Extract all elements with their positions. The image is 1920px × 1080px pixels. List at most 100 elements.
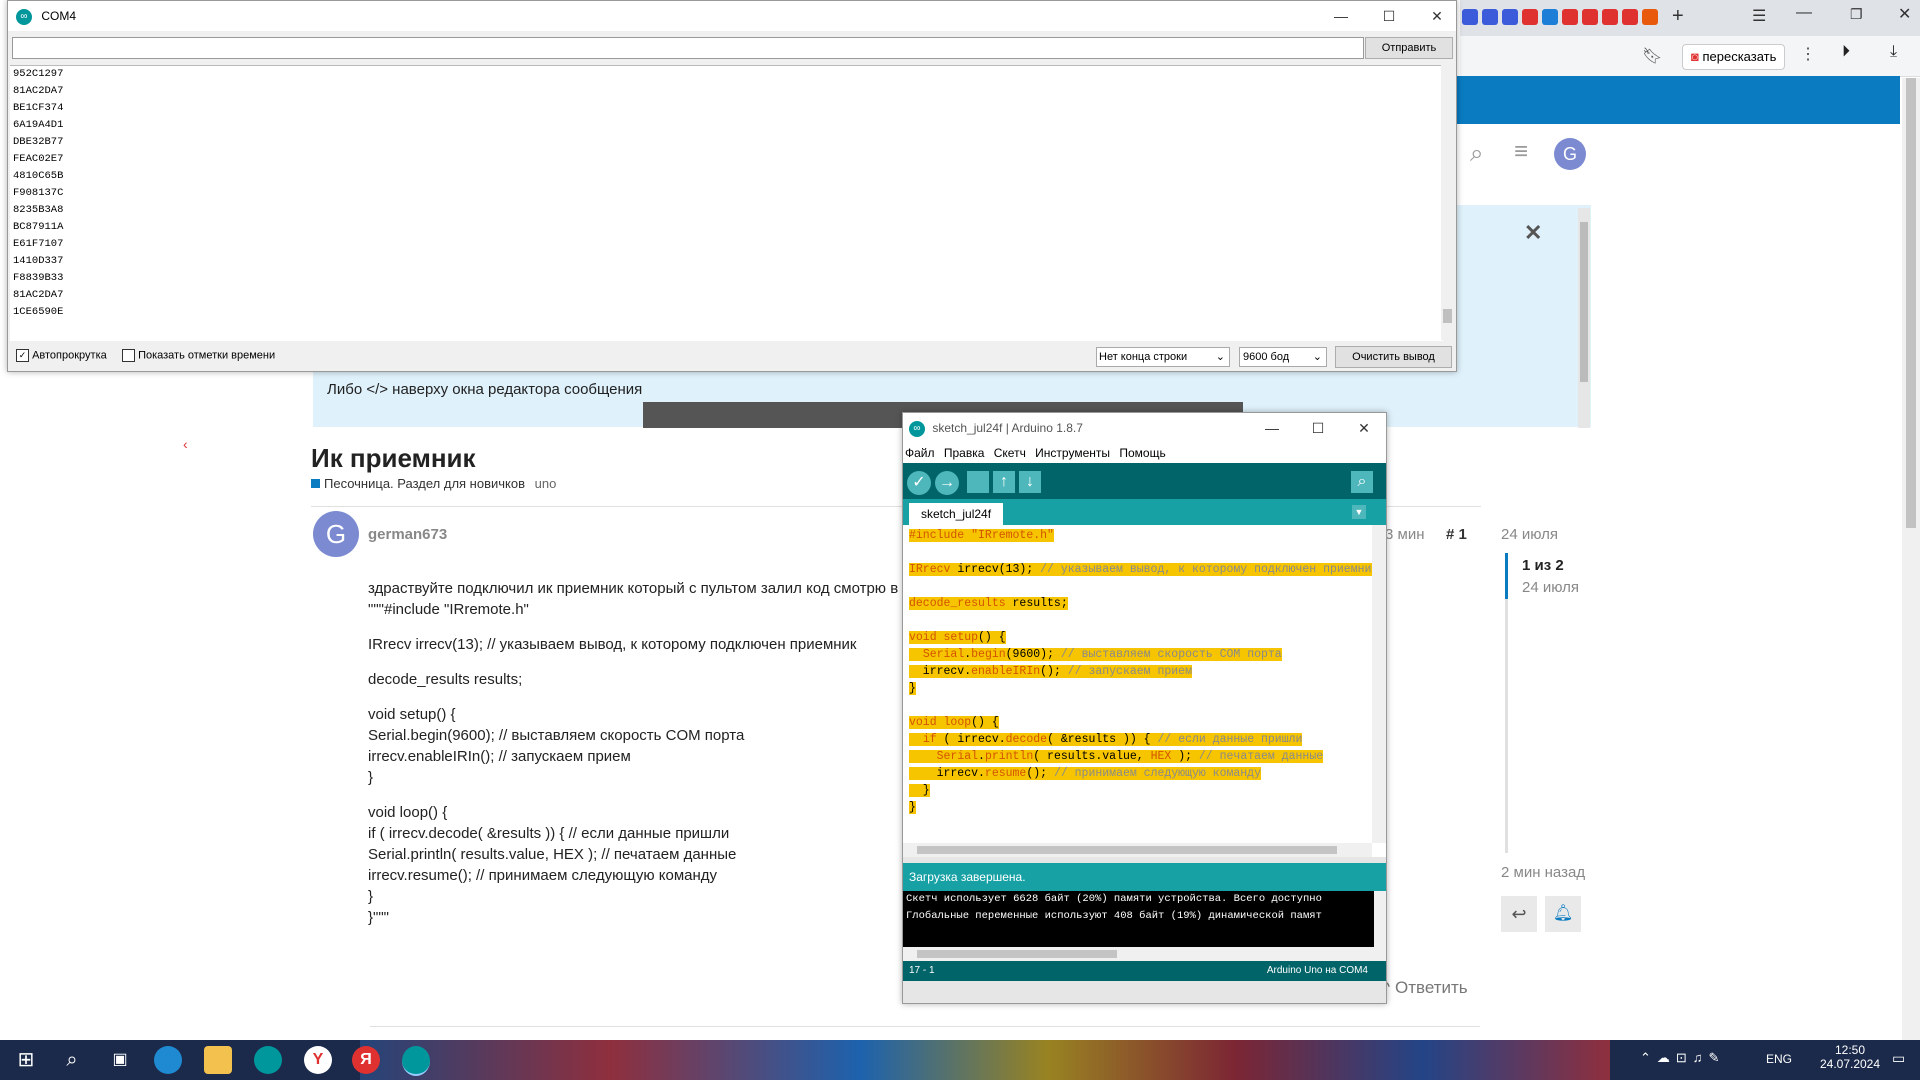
search-icon[interactable]: ⌕ [58, 1046, 86, 1074]
hint-scrollbar[interactable] [1578, 208, 1590, 428]
clock[interactable]: 12:50 24.07.2024 [1818, 1043, 1882, 1071]
language-indicator[interactable]: ENG [1766, 1052, 1792, 1066]
arduino-ide-window: ∞ sketch_jul24f | Arduino 1.8.7 — ☐ ✕ Фа… [902, 412, 1387, 1004]
edge-icon[interactable] [154, 1046, 182, 1074]
timeline-start-date[interactable]: 24 июля [1501, 526, 1558, 543]
topic-category[interactable]: Песочница. Раздел для новичков uno [311, 476, 556, 491]
maximize-icon[interactable]: ☐ [1295, 413, 1341, 443]
serial-monitor-icon[interactable]: ⌕ [1351, 471, 1373, 493]
tab-favicon-icon[interactable] [1482, 9, 1498, 25]
menu-icon[interactable]: ☰ [1752, 6, 1766, 26]
user-avatar[interactable]: G [1554, 138, 1586, 170]
ide-toolbar: ✓ → ↑ ↓ ⌕ [903, 463, 1386, 499]
menu-tools[interactable]: Инструменты [1035, 446, 1110, 460]
save-icon[interactable]: ↓ [1019, 471, 1041, 493]
post-number[interactable]: # 1 [1446, 526, 1467, 543]
bookmark-icon[interactable]: 🔖︎ [1642, 46, 1662, 66]
minimize-icon[interactable]: — [1249, 413, 1295, 443]
tab-favicon-icon[interactable] [1622, 9, 1638, 25]
tab-favicon-icon[interactable] [1522, 9, 1538, 25]
more-icon[interactable]: ⋮ [1800, 44, 1816, 64]
ide-titlebar[interactable]: ∞ sketch_jul24f | Arduino 1.8.7 — ☐ ✕ [903, 413, 1386, 443]
timeline-track[interactable] [1505, 553, 1508, 853]
back-button[interactable]: ↩ [1501, 896, 1537, 932]
upload-icon[interactable]: → [935, 471, 959, 495]
tab-favicon-icon[interactable] [1642, 9, 1658, 25]
topic-tag[interactable]: uno [535, 476, 557, 491]
open-icon[interactable]: ↑ [993, 471, 1015, 493]
close-hint-icon[interactable]: ✕ [1524, 220, 1542, 246]
ide-menubar: Файл Правка Скетч Инструменты Помощь [903, 443, 1386, 463]
windows-start-icon[interactable]: ⊞ [12, 1046, 40, 1074]
menu-help[interactable]: Помощь [1119, 446, 1165, 460]
code-editor[interactable]: #include "IRremote.h" IRrecv irrecv(13);… [903, 525, 1386, 857]
new-file-icon[interactable] [967, 471, 989, 493]
output-line: DBE32B77 [13, 136, 64, 148]
timeline-end[interactable]: 2 мин назад [1501, 864, 1585, 881]
notify-button[interactable]: 🔔︎ [1545, 896, 1581, 932]
tab-menu-icon[interactable]: ▼ [1352, 505, 1366, 519]
serial-input[interactable] [12, 37, 1364, 59]
output-line: 81AC2DA7 [13, 289, 64, 301]
yandex-browser-icon[interactable]: Y [304, 1046, 332, 1074]
menu-sketch[interactable]: Скетч [994, 446, 1026, 460]
restore-icon[interactable]: ❐ [1850, 6, 1863, 23]
console-vscroll[interactable] [1374, 891, 1386, 947]
close-icon[interactable]: ✕ [1414, 1, 1460, 31]
serial-monitor-titlebar[interactable]: ∞ COM4 — ☐ ✕ [8, 1, 1456, 31]
tray-icons[interactable]: ⌃☁⊡♫✎ [1640, 1050, 1725, 1066]
author-avatar[interactable]: G [313, 511, 359, 557]
verify-icon[interactable]: ✓ [907, 471, 931, 495]
taskbar: ⊞ ⌕ ▣ Y Я ⌃☁⊡♫✎ ENG 12:50 24.07.2024 ▭ [0, 1040, 1920, 1080]
reply-button[interactable]: ↶ Ответить [1376, 978, 1468, 998]
browser-scrollbar[interactable] [1902, 78, 1920, 1040]
ide-title: sketch_jul24f | Arduino 1.8.7 [932, 421, 1083, 435]
tab-favicon-icon[interactable] [1602, 9, 1618, 25]
output-line: 4810C65B [13, 170, 64, 182]
back-icon: ↩ [1511, 904, 1527, 924]
file-explorer-icon[interactable] [204, 1046, 232, 1074]
minimize-icon[interactable]: — [1318, 1, 1364, 31]
clear-output-button[interactable]: Очистить вывод [1335, 346, 1452, 368]
send-button[interactable]: Отправить [1365, 37, 1453, 59]
console-hscroll[interactable] [903, 947, 1386, 961]
author-name[interactable]: german673 [368, 526, 447, 543]
media-icon[interactable]: ⏵ [1842, 43, 1850, 61]
task-view-icon[interactable]: ▣ [106, 1046, 134, 1074]
tab-favicon-icon[interactable] [1562, 9, 1578, 25]
line-ending-select[interactable]: Нет конца строки ⌄ [1096, 347, 1230, 367]
tab-favicon-icon[interactable] [1542, 9, 1558, 25]
baud-select[interactable]: 9600 бод ⌄ [1239, 347, 1327, 367]
close-icon[interactable]: ✕ [1341, 413, 1387, 443]
tab-favicon-icon[interactable] [1502, 9, 1518, 25]
output-scrollbar[interactable] [1441, 65, 1454, 340]
editor-hscroll[interactable] [903, 843, 1372, 857]
close-icon[interactable]: ✕ [1898, 4, 1911, 24]
console-output: Скетч использует 6628 байт (20%) памяти … [903, 891, 1386, 947]
chevron-down-icon: ⌄ [1215, 351, 1225, 363]
output-line: 81AC2DA7 [13, 85, 64, 97]
new-tab-icon[interactable]: + [1672, 5, 1684, 28]
arduino-icon: ∞ [16, 8, 32, 25]
hamburger-icon[interactable]: ≡ [1514, 138, 1528, 166]
tab-sketch[interactable]: sketch_jul24f [909, 503, 1004, 525]
menu-edit[interactable]: Правка [944, 446, 985, 460]
minimize-icon[interactable]: — [1796, 4, 1812, 22]
notifications-icon[interactable]: ▭ [1892, 1050, 1905, 1067]
chevron-left-icon[interactable]: ‹ [183, 436, 188, 452]
browser-tab-strip: + ☰ — ❐ ✕ [1460, 0, 1920, 36]
maximize-icon[interactable]: ☐ [1366, 1, 1412, 31]
timestamps-checkbox[interactable]: Показать отметки времени [122, 349, 275, 362]
tab-favicon-icon[interactable] [1582, 9, 1598, 25]
menu-file[interactable]: Файл [905, 446, 935, 460]
editor-vscroll[interactable] [1372, 525, 1386, 843]
tab-favicon-icon[interactable] [1462, 9, 1478, 25]
arduino-taskbar-icon[interactable] [254, 1046, 282, 1074]
autoscroll-checkbox[interactable]: ✓ Автопрокрутка [16, 349, 107, 362]
yandex-icon[interactable]: Я [352, 1046, 380, 1074]
arduino-taskbar-icon-active[interactable] [402, 1046, 430, 1076]
timeline-position[interactable]: 1 из 2 [1522, 557, 1564, 574]
download-icon[interactable]: ⤓ [1890, 43, 1897, 61]
share-button[interactable]: ◙ пересказать [1682, 44, 1786, 70]
search-icon[interactable]: ⌕ [1470, 140, 1483, 168]
